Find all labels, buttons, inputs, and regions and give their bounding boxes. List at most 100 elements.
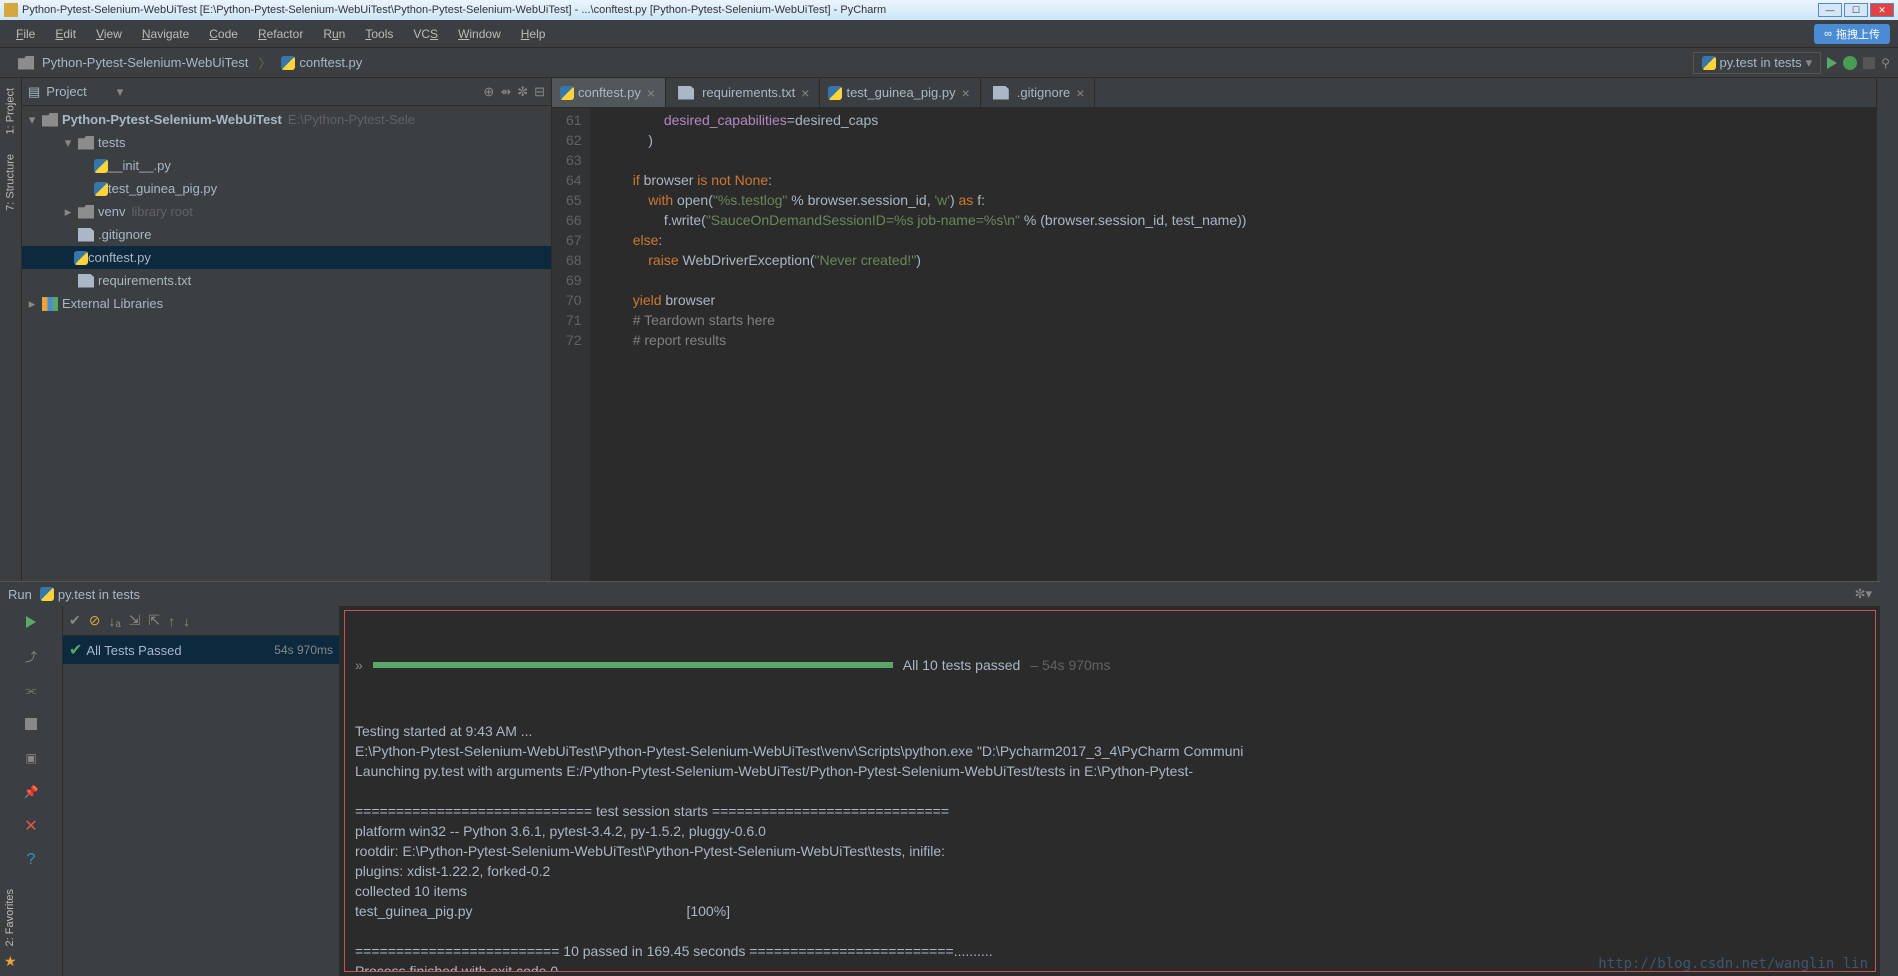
python-icon	[1702, 56, 1716, 70]
breadcrumb-project[interactable]: Python-Pytest-Selenium-WebUiTest	[8, 53, 254, 72]
prev-icon[interactable]: ↑	[168, 613, 175, 629]
test-toolbar: ✔ ⊘ ↓ₐ ⇲ ⇱ ↑ ↓	[63, 606, 339, 636]
tree-item-label: tests	[98, 135, 125, 150]
gear-icon[interactable]: ✼▾	[1855, 586, 1872, 601]
menu-code[interactable]: Code	[201, 25, 246, 43]
editor-tab[interactable]: requirements.txt×	[666, 78, 820, 107]
menu-run[interactable]: Run	[315, 25, 353, 43]
stop-button[interactable]	[1863, 57, 1875, 69]
menu-edit[interactable]: Edit	[47, 25, 84, 43]
tree-root-path: E:\Python-Pytest-Sele	[288, 112, 415, 127]
project-panel-header: ▤ Project ▾ ⊕ ⇴ ✼ ⊟	[22, 78, 551, 106]
expand-arrow[interactable]: ▾	[62, 135, 74, 151]
tree-root-label: Python-Pytest-Selenium-WebUiTest	[62, 112, 282, 127]
panel-title: Project	[46, 84, 86, 99]
run-button[interactable]	[1827, 57, 1837, 69]
breadcrumb-project-label: Python-Pytest-Selenium-WebUiTest	[42, 55, 248, 70]
tree-item[interactable]: conftest.py	[22, 246, 551, 269]
panel-icon: ▤	[28, 84, 40, 100]
console-output[interactable]: Testing started at 9:43 AM ... E:\Python…	[355, 721, 1865, 972]
maximize-button[interactable]: ☐	[1844, 3, 1868, 17]
file-icon	[78, 228, 94, 242]
rerun-button[interactable]	[21, 612, 41, 632]
menu-navigate[interactable]: Navigate	[134, 25, 197, 43]
menu-help[interactable]: Help	[513, 25, 554, 43]
progress-line: » All 10 tests passed – 54s 970ms	[355, 655, 1865, 675]
progress-time: – 54s 970ms	[1030, 655, 1110, 675]
breadcrumb-separator: 〉	[258, 53, 271, 72]
expand-arrow[interactable]: ▾	[26, 112, 38, 128]
watermark: http://blog.csdn.net/wanglin_lin	[1598, 956, 1868, 972]
minimize-button[interactable]: —	[1818, 3, 1842, 17]
expand-arrow[interactable]: ▸	[26, 296, 38, 312]
window-title: Python-Pytest-Selenium-WebUiTest [E:\Pyt…	[22, 4, 886, 16]
progress-text: All 10 tests passed	[903, 655, 1021, 675]
menu-vcs[interactable]: VCS	[405, 25, 446, 43]
chevron-down-icon[interactable]: ▾	[117, 84, 124, 100]
collapse-icon[interactable]: ⊕	[483, 84, 494, 100]
tab-close-icon[interactable]: ×	[1074, 85, 1086, 101]
tree-item[interactable]: .gitignore	[22, 223, 551, 246]
search-icon[interactable]: ⚲	[1881, 56, 1890, 70]
collapse-icon[interactable]: ⇱	[148, 612, 160, 629]
stop-button[interactable]	[21, 714, 41, 734]
tab-close-icon[interactable]: ×	[645, 85, 657, 101]
tree-item-label: __init__.py	[108, 158, 171, 173]
menu-view[interactable]: View	[88, 25, 130, 43]
pin-button[interactable]: 📌	[21, 782, 41, 802]
tree-item-label: venv	[98, 204, 125, 219]
tree-item[interactable]: ▾ tests	[22, 131, 551, 154]
tab-favorites[interactable]: 2: Favorites	[2, 883, 18, 952]
tree-item-label: .gitignore	[98, 227, 151, 242]
run-header-prefix: Run	[8, 587, 32, 602]
tree-item[interactable]: __init__.py	[22, 154, 551, 177]
run-header-label: py.test in tests	[58, 587, 140, 602]
next-icon[interactable]: ↓	[183, 613, 190, 629]
tree-item[interactable]: test_guinea_pig.py	[22, 177, 551, 200]
dir-icon	[78, 136, 94, 150]
folder-icon	[42, 113, 58, 127]
tab-close-icon[interactable]: ×	[799, 85, 811, 101]
test-summary-row[interactable]: ✔ All Tests Passed 54s 970ms	[63, 636, 339, 664]
editor-tab[interactable]: conftest.py×	[552, 78, 666, 107]
close-button[interactable]: ✕	[21, 816, 41, 836]
debug-button[interactable]	[1843, 56, 1857, 70]
attach-button[interactable]: ⫘	[21, 680, 41, 700]
tab-label: test_guinea_pig.py	[846, 85, 955, 100]
tab-structure[interactable]: 7: Structure	[0, 144, 21, 221]
tree-external-libraries[interactable]: ▸ External Libraries	[22, 292, 551, 315]
menu-window[interactable]: Window	[450, 25, 509, 43]
show-passed-icon[interactable]: ✔	[69, 612, 81, 629]
breadcrumb-file-label: conftest.py	[299, 55, 362, 70]
python-icon	[40, 587, 54, 601]
breadcrumb-file[interactable]: conftest.py	[275, 53, 368, 72]
expand-arrow[interactable]: ▸	[62, 204, 74, 220]
layout-button[interactable]: ▣	[21, 748, 41, 768]
run-config-selector[interactable]: py.test in tests ▾	[1693, 52, 1822, 74]
menu-tools[interactable]: Tools	[357, 25, 401, 43]
folder-icon	[18, 56, 34, 70]
tree-item[interactable]: requirements.txt	[22, 269, 551, 292]
toggle-button[interactable]: ⤴	[21, 646, 41, 666]
close-button[interactable]: ✕	[1870, 3, 1894, 17]
hide-icon[interactable]: ⊟	[534, 84, 545, 100]
show-ignored-icon[interactable]: ⊘	[89, 612, 101, 629]
gear-icon[interactable]: ✼	[517, 84, 528, 100]
tab-close-icon[interactable]: ×	[960, 85, 972, 101]
editor-tab[interactable]: .gitignore×	[981, 78, 1096, 107]
expand-icon[interactable]: »	[355, 655, 363, 675]
tab-project[interactable]: 1: Project	[0, 78, 21, 144]
menu-file[interactable]: File	[8, 25, 43, 43]
upload-badge[interactable]: ∞ 拖拽上传	[1814, 24, 1890, 44]
tree-item-label: conftest.py	[88, 250, 151, 265]
expand-icon[interactable]: ⇲	[129, 612, 141, 629]
menu-refactor[interactable]: Refactor	[250, 25, 311, 43]
run-output[interactable]: » All 10 tests passed – 54s 970ms Testin…	[344, 610, 1876, 972]
star-icon[interactable]: ★	[4, 953, 17, 970]
tree-item[interactable]: ▸venvlibrary root	[22, 200, 551, 223]
sort-icon[interactable]: ↓ₐ	[108, 613, 120, 629]
target-icon[interactable]: ⇴	[500, 84, 511, 100]
tree-root[interactable]: ▾ Python-Pytest-Selenium-WebUiTest E:\Py…	[22, 108, 551, 131]
help-button[interactable]: ?	[21, 850, 41, 870]
editor-tab[interactable]: test_guinea_pig.py ×	[820, 78, 980, 107]
